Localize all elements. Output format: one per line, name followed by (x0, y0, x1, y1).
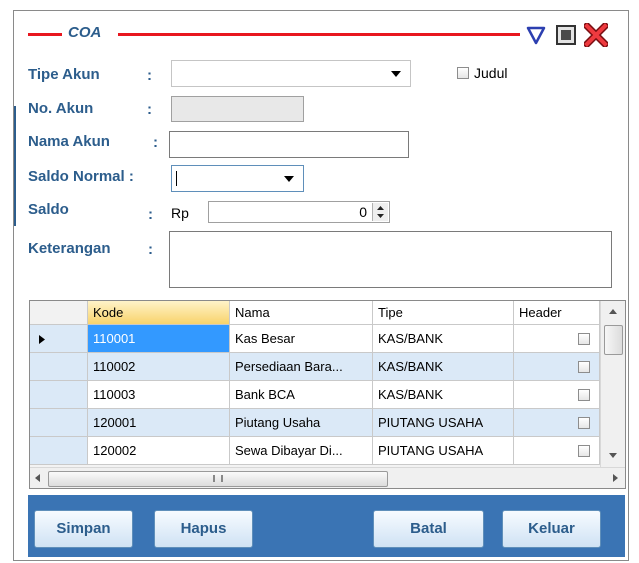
cell-tipe[interactable]: PIUTANG USAHA (373, 409, 514, 437)
row-selector[interactable] (30, 325, 88, 353)
cell-tipe[interactable]: KAS/BANK (373, 381, 514, 409)
currency-label: Rp (171, 205, 189, 221)
accounts-grid: Kode Nama Tipe Header 110001 Kas Besar K… (29, 300, 626, 489)
chevron-down-icon (284, 176, 294, 182)
cell-nama[interactable]: Bank BCA (230, 381, 373, 409)
cell-header (514, 381, 600, 409)
cell-nama[interactable]: Persediaan Bara... (230, 353, 373, 381)
horizontal-scrollbar-thumb[interactable] (48, 471, 388, 487)
nama-akun-colon: : (153, 134, 158, 151)
header-checkbox[interactable] (578, 333, 590, 345)
chevron-up-icon[interactable] (377, 206, 384, 210)
cell-header (514, 437, 600, 465)
minimize-icon[interactable] (525, 24, 547, 46)
close-icon[interactable] (584, 23, 608, 47)
horizontal-scrollbar[interactable] (30, 467, 625, 488)
scroll-right-icon[interactable] (613, 474, 618, 482)
cell-tipe[interactable]: KAS/BANK (373, 353, 514, 381)
cell-kode[interactable]: 110002 (88, 353, 230, 381)
scrollbar-thumb[interactable] (604, 325, 623, 355)
cell-header (514, 353, 600, 381)
row-header-corner (30, 301, 88, 325)
no-akun-label: No. Akun (28, 100, 94, 117)
tipe-akun-label: Tipe Akun (28, 66, 100, 83)
tipe-akun-select[interactable] (171, 60, 411, 87)
column-header-header[interactable]: Header (514, 301, 600, 325)
cell-nama[interactable]: Sewa Dibayar Di... (230, 437, 373, 465)
keterangan-label: Keterangan (28, 240, 111, 257)
nama-akun-field[interactable] (169, 131, 409, 158)
current-row-arrow-icon (39, 335, 45, 344)
coa-window: COA Tipe Akun : Judul No. Akun : Nama Ak… (13, 10, 629, 561)
cell-kode[interactable]: 110001 (88, 325, 230, 353)
header-checkbox[interactable] (578, 389, 590, 401)
cell-header (514, 325, 600, 353)
cell-tipe[interactable]: KAS/BANK (373, 325, 514, 353)
cell-nama[interactable]: Kas Besar (230, 325, 373, 353)
saldo-normal-select[interactable] (171, 165, 304, 192)
chevron-down-icon[interactable] (377, 214, 384, 218)
row-selector[interactable] (30, 437, 88, 465)
title-line-right (118, 33, 520, 36)
cell-tipe[interactable]: PIUTANG USAHA (373, 437, 514, 465)
left-accent-stripe (14, 106, 16, 226)
judul-checkbox[interactable] (457, 67, 469, 79)
thumb-grip (213, 475, 223, 482)
cell-kode[interactable]: 120001 (88, 409, 230, 437)
header-checkbox[interactable] (578, 361, 590, 373)
saldo-label: Saldo (28, 201, 69, 218)
window-title: COA (68, 24, 102, 41)
header-checkbox[interactable] (578, 445, 590, 457)
scroll-left-icon[interactable] (35, 474, 40, 482)
keterangan-colon: : (148, 241, 153, 258)
keterangan-field[interactable] (169, 231, 612, 288)
cell-nama[interactable]: Piutang Usaha (230, 409, 373, 437)
saldo-stepper[interactable]: 0 (208, 201, 390, 223)
hapus-button[interactable]: Hapus (154, 510, 253, 548)
simpan-button[interactable]: Simpan (34, 510, 133, 548)
header-checkbox[interactable] (578, 417, 590, 429)
no-akun-field[interactable] (171, 96, 304, 122)
vertical-scrollbar[interactable] (600, 301, 625, 467)
scroll-up-icon[interactable] (609, 309, 617, 314)
cell-kode[interactable]: 110003 (88, 381, 230, 409)
judul-label: Judul (474, 65, 508, 81)
row-selector[interactable] (30, 409, 88, 437)
chevron-down-icon (391, 71, 401, 77)
cell-header (514, 409, 600, 437)
text-cursor (176, 171, 177, 186)
nama-akun-label: Nama Akun (28, 133, 110, 150)
saldo-colon: : (148, 206, 153, 223)
row-selector[interactable] (30, 353, 88, 381)
keluar-button[interactable]: Keluar (502, 510, 601, 548)
column-header-tipe[interactable]: Tipe (373, 301, 514, 325)
cell-kode[interactable]: 120002 (88, 437, 230, 465)
tipe-akun-colon: : (147, 67, 152, 84)
stepper-buttons[interactable] (372, 203, 388, 221)
column-header-nama[interactable]: Nama (230, 301, 373, 325)
row-selector[interactable] (30, 381, 88, 409)
no-akun-colon: : (147, 101, 152, 118)
column-header-kode[interactable]: Kode (88, 301, 230, 325)
saldo-normal-label: Saldo Normal : (28, 168, 134, 185)
title-line-left (28, 33, 62, 36)
saldo-value: 0 (359, 204, 367, 220)
scroll-down-icon[interactable] (609, 453, 617, 458)
maximize-icon[interactable] (555, 24, 577, 46)
batal-button[interactable]: Batal (373, 510, 484, 548)
